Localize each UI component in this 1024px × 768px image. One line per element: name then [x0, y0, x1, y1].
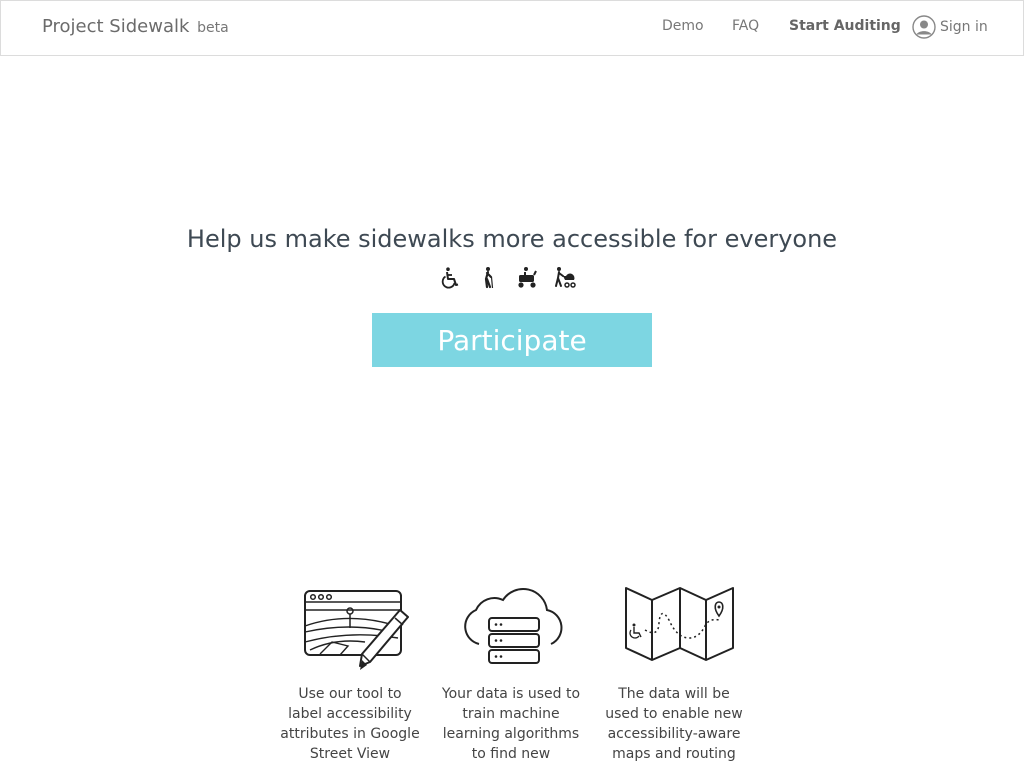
mobility-scooter-icon [518, 267, 537, 288]
sign-in-link[interactable]: Sign in [912, 15, 988, 39]
cloud-server-icon [464, 587, 563, 664]
nav-faq-link[interactable]: FAQ [732, 18, 759, 34]
navbar: Project Sidewalk beta Demo FAQ Start Aud… [0, 0, 1024, 56]
accessibility-map-icon [625, 587, 734, 661]
feature-accessible-maps-text: The data will be used to enable new acce… [605, 686, 743, 762]
brand-logo[interactable]: Project Sidewalk beta [42, 16, 229, 37]
feature-accessible-maps: The data will be used to enable new acce… [604, 580, 744, 764]
user-avatar-icon [912, 15, 936, 39]
street-view-pencil-icon [304, 590, 409, 670]
sign-in-label[interactable]: Sign in [940, 19, 988, 35]
stroller-icon [555, 267, 576, 288]
wheelchair-icon [441, 267, 459, 289]
feature-machine-learning-text: Your data is used to train machine learn… [441, 686, 581, 762]
feature-label-tool: Use our tool to label accessibility attr… [280, 580, 420, 764]
brand-name[interactable]: Project Sidewalk [42, 16, 189, 37]
nav-start-auditing-link[interactable]: Start Auditing [789, 18, 901, 34]
elderly-cane-icon [484, 267, 494, 289]
nav-demo-link[interactable]: Demo [662, 18, 704, 34]
feature-label-tool-text: Use our tool to label accessibility attr… [280, 686, 420, 762]
participate-button[interactable]: Participate [372, 313, 652, 367]
feature-machine-learning: Your data is used to train machine learn… [441, 580, 581, 764]
hero-icon-row [439, 266, 589, 290]
hero-headline: Help us make sidewalks more accessible f… [186, 225, 838, 253]
brand-beta-tag: beta [197, 20, 229, 36]
